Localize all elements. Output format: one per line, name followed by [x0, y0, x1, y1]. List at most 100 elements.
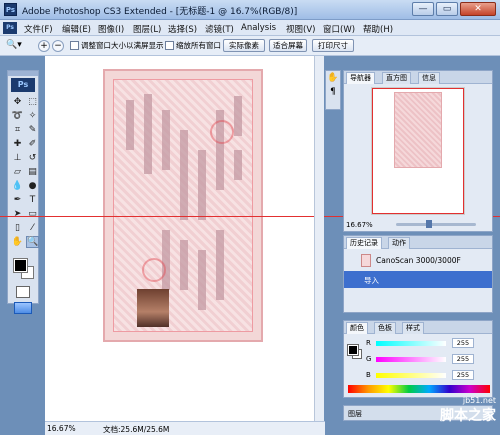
print-size-button[interactable]: 打印尺寸 — [312, 39, 354, 52]
color-panel: 颜色 色板 样式 R 255 G 255 B 255 — [343, 320, 493, 398]
watermark-url: jb51.net — [462, 396, 496, 405]
zoom-slider-knob[interactable] — [426, 220, 432, 228]
shape-tool-icon[interactable]: ▭ — [26, 208, 39, 220]
canvas-image[interactable] — [103, 69, 263, 342]
pixelated-text-block — [144, 94, 152, 174]
eraser-tool-icon[interactable]: ▱ — [11, 166, 24, 178]
magic-wand-tool-icon[interactable]: ✧ — [26, 110, 39, 122]
pixelated-text-block — [180, 130, 188, 220]
menu-layer[interactable]: 图层(L) — [133, 23, 161, 35]
pixelated-text-block — [162, 110, 170, 170]
vertical-scrollbar[interactable] — [314, 56, 324, 424]
foreground-color-swatch[interactable] — [13, 258, 28, 273]
minimize-button[interactable]: — — [412, 2, 434, 16]
red-slider[interactable] — [376, 341, 446, 346]
color-tabs: 颜色 色板 样式 — [344, 321, 492, 334]
tab-history[interactable]: 历史记录 — [346, 237, 382, 249]
photoshop-app-icon: Ps — [4, 3, 17, 16]
menu-select[interactable]: 选择(S) — [168, 23, 197, 35]
blue-value-field[interactable]: 255 — [452, 370, 474, 380]
ps-logo-icon: Ps — [3, 22, 17, 34]
marquee-tool-icon[interactable]: ⬚ — [26, 96, 39, 108]
navigator-preview[interactable] — [371, 87, 465, 215]
maximize-button[interactable]: ▭ — [436, 2, 458, 16]
screen-mode-icon[interactable] — [14, 302, 32, 314]
blue-slider[interactable] — [376, 373, 446, 378]
history-snapshot[interactable]: CanoScan 3000/3000F — [344, 252, 492, 269]
blur-tool-icon[interactable]: 💧 — [11, 180, 24, 192]
menu-analysis[interactable]: Analysis — [241, 23, 276, 33]
tab-actions[interactable]: 动作 — [388, 237, 410, 249]
zoom-in-icon[interactable]: + — [38, 40, 50, 52]
toolbox-ps-logo: Ps — [11, 78, 35, 92]
zoom-icon[interactable]: 🔍▾ — [6, 40, 28, 52]
history-brush-icon[interactable]: ↺ — [26, 152, 39, 164]
zoom-out-icon[interactable]: − — [52, 40, 64, 52]
window-title: Adobe Photoshop CS3 Extended - [无标题-1 @ … — [22, 7, 298, 17]
path-select-icon[interactable]: ➤ — [11, 208, 24, 220]
color-swatches — [11, 253, 35, 283]
green-slider[interactable] — [376, 357, 446, 362]
hand-tool-icon[interactable]: ✋ — [11, 236, 24, 248]
navigator-view-box[interactable] — [372, 88, 464, 214]
navigator-zoom[interactable]: 16.67% — [346, 221, 373, 229]
tab-navigator[interactable]: 导航器 — [346, 72, 375, 84]
color-spectrum[interactable] — [348, 385, 490, 393]
tab-styles[interactable]: 样式 — [402, 322, 424, 334]
move-tool-icon[interactable]: ✥ — [11, 96, 24, 108]
tab-color[interactable]: 颜色 — [346, 322, 368, 334]
pixelated-text-block — [216, 230, 224, 300]
certificate-border — [113, 79, 253, 332]
blue-channel: B 255 — [366, 370, 491, 381]
notes-tool-icon[interactable]: ▯ — [11, 222, 24, 234]
brush-tool-icon[interactable]: ✐ — [26, 138, 39, 150]
navigator-zoom-slider[interactable] — [396, 220, 476, 228]
dodge-tool-icon[interactable]: ● — [26, 180, 39, 192]
document-window — [45, 56, 315, 424]
options-bar: 🔍▾ + − 调整窗口大小以满屏显示 缩放所有窗口 实际像素 适合屏幕 打印尺寸 — [0, 36, 500, 56]
tab-layers[interactable]: 图层 — [348, 409, 362, 419]
lasso-tool-icon[interactable]: ➰ — [11, 110, 24, 122]
resize-window-checkbox[interactable] — [70, 41, 79, 50]
zoom-all-checkbox[interactable] — [165, 41, 174, 50]
actual-pixels-button[interactable]: 实际像素 — [223, 39, 265, 52]
green-value-field[interactable]: 255 — [452, 354, 474, 364]
zoom-level: 16.67% — [47, 424, 76, 433]
slice-tool-icon[interactable]: ✎ — [26, 124, 39, 136]
history-item-label: CanoScan 3000/3000F — [376, 256, 461, 265]
close-button[interactable]: ✕ — [460, 2, 496, 16]
menu-filter[interactable]: 滤镜(T) — [205, 23, 234, 35]
menu-file[interactable]: 文件(F) — [24, 23, 53, 35]
menu-window[interactable]: 窗口(W) — [323, 23, 355, 35]
red-value-field[interactable]: 255 — [452, 338, 474, 348]
document-size: 文档:25.6M/25.6M — [103, 425, 170, 434]
tab-histogram[interactable]: 直方图 — [382, 72, 411, 84]
menu-edit[interactable]: 编辑(E) — [62, 23, 91, 35]
pen-tool-icon[interactable]: ✒ — [11, 194, 24, 206]
tab-swatches[interactable]: 色板 — [374, 322, 396, 334]
quick-mask-icon[interactable] — [16, 286, 30, 298]
clone-stamp-icon[interactable]: ⊥ — [11, 152, 24, 164]
type-tool-icon[interactable]: T — [26, 194, 39, 206]
menu-view[interactable]: 视图(V) — [286, 23, 315, 35]
red-seal-stamp — [142, 258, 166, 282]
toolbox-grip[interactable] — [8, 71, 38, 76]
menu-bar: Ps 文件(F) 编辑(E) 图像(I) 图层(L) 选择(S) 滤镜(T) A… — [0, 20, 500, 36]
menu-image[interactable]: 图像(I) — [98, 23, 124, 35]
gradient-tool-icon[interactable]: ▤ — [26, 166, 39, 178]
brush-panel-icon[interactable]: ✋ — [326, 71, 340, 85]
tab-info[interactable]: 信息 — [418, 72, 440, 84]
mini-dock: ✋ ¶ — [325, 70, 341, 110]
foreground-color-swatch[interactable] — [347, 344, 359, 356]
red-seal-stamp — [210, 120, 234, 144]
eyedropper-tool-icon[interactable]: ⁄ — [26, 222, 39, 234]
zoom-tool-icon[interactable]: 🔍 — [26, 236, 39, 248]
fit-screen-button[interactable]: 适合屏幕 — [269, 39, 307, 52]
crop-tool-icon[interactable]: ⌗ — [11, 124, 24, 136]
red-channel-label: R — [366, 339, 371, 347]
paragraph-panel-icon[interactable]: ¶ — [326, 85, 340, 99]
healing-brush-icon[interactable]: ✚ — [11, 138, 24, 150]
menu-help[interactable]: 帮助(H) — [363, 23, 393, 35]
history-step[interactable]: 导入 — [344, 271, 492, 288]
pixelated-text-block — [234, 96, 242, 136]
